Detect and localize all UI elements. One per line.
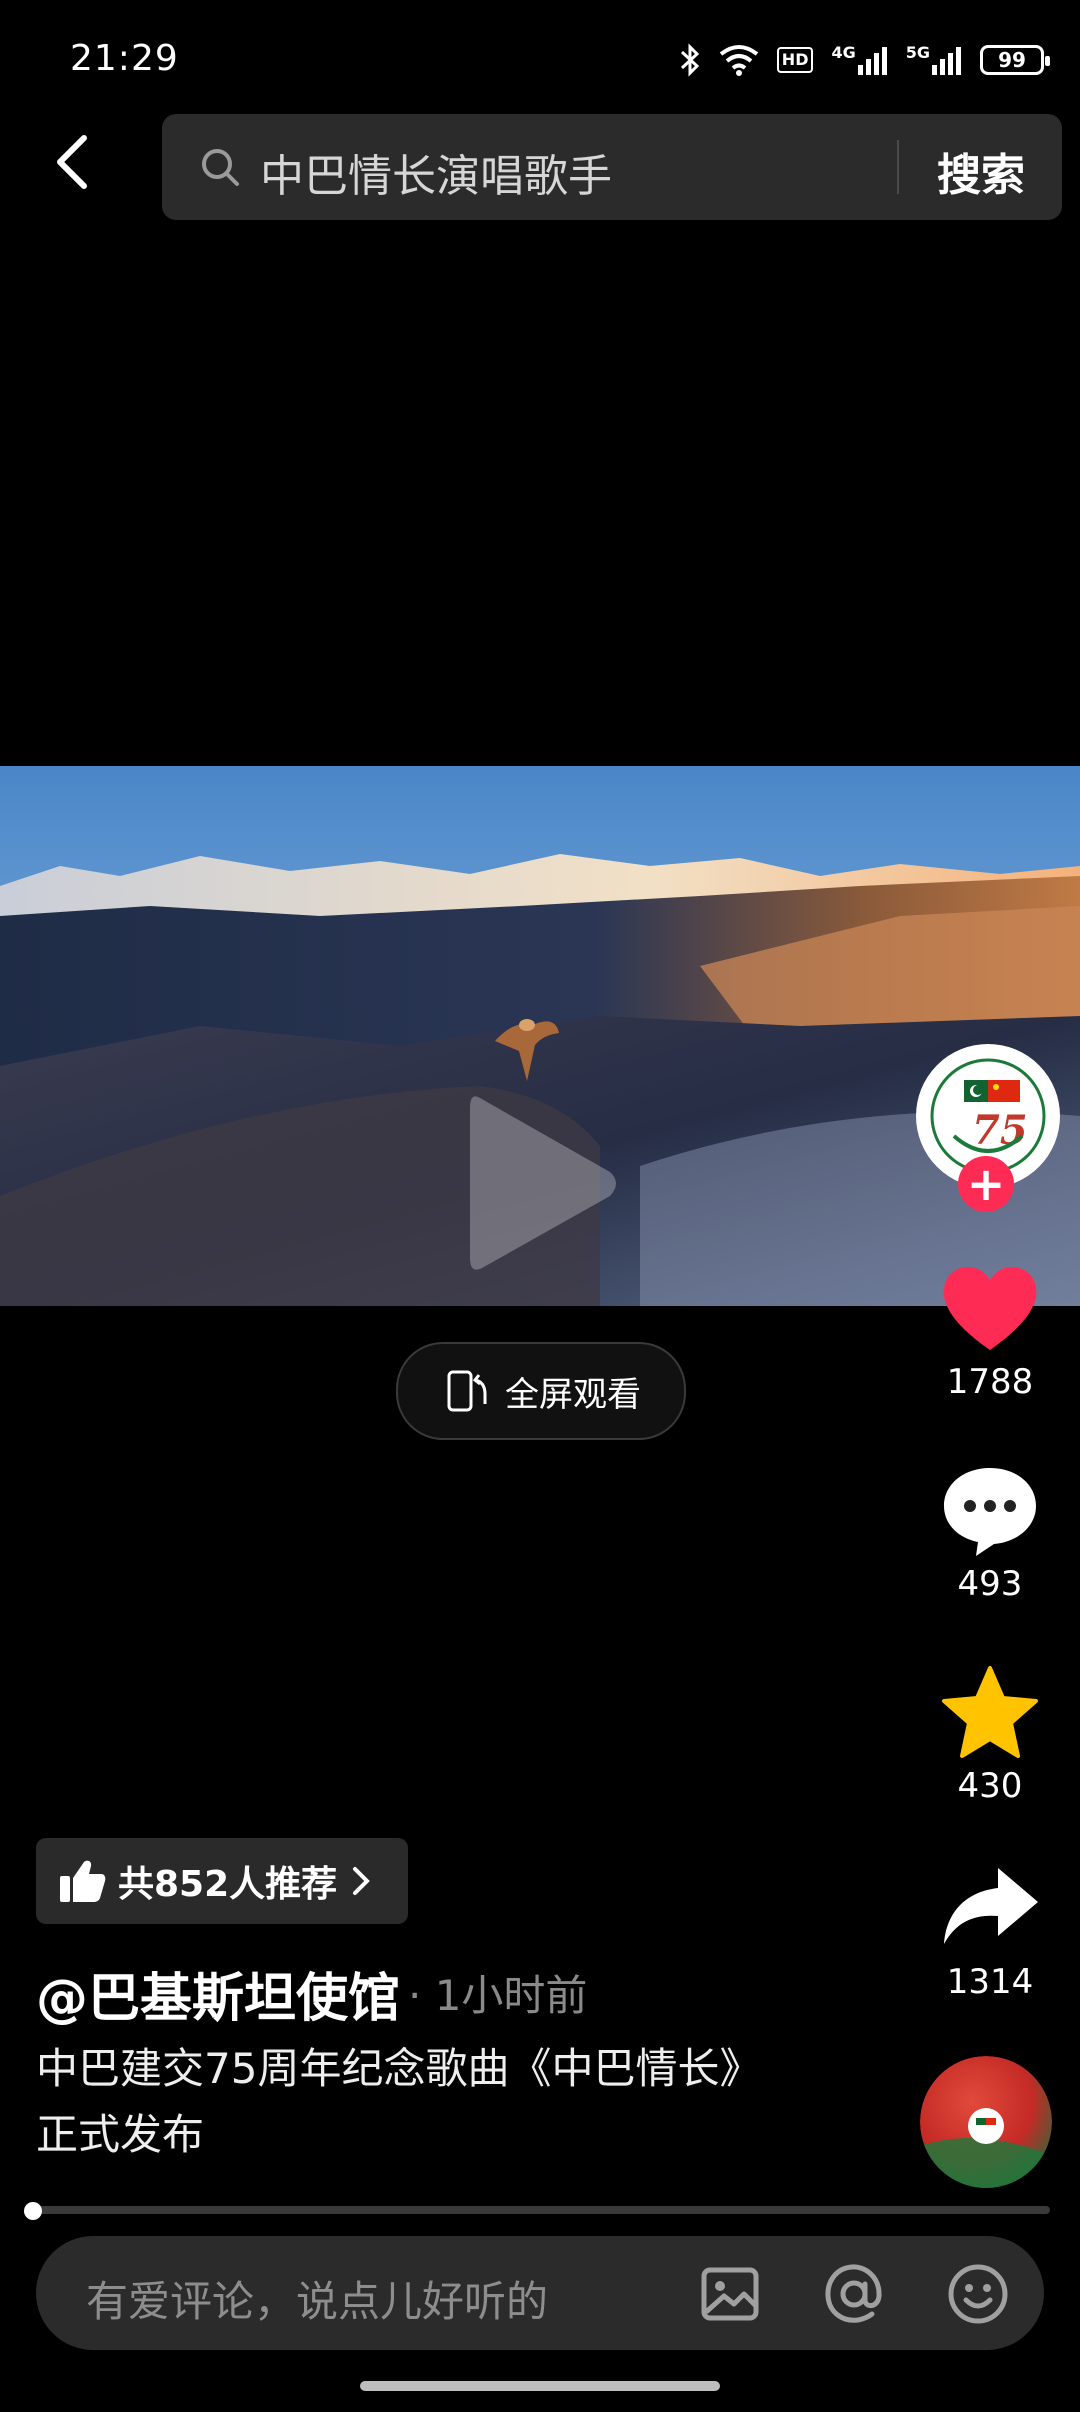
recommend-badge[interactable]: 共852人推荐 (36, 1838, 408, 1924)
comment-bar[interactable]: 有爱评论，说点儿好听的 (36, 2236, 1044, 2350)
post-description: 中巴建交75周年纪念歌曲《中巴情长》正式发布 (36, 2044, 741, 2159)
favorite-count: 430 (957, 1766, 1023, 1806)
thumbs-up-icon (60, 1860, 106, 1902)
search-divider (897, 140, 899, 194)
fullscreen-label: 全屏观看 (505, 1374, 641, 1415)
comment-button[interactable] (920, 1462, 1060, 1562)
svg-text:75: 75 (972, 1107, 1028, 1154)
at-mention-icon[interactable] (822, 2262, 886, 2326)
battery-icon: 99 (980, 45, 1050, 75)
home-indicator[interactable] (360, 2381, 720, 2391)
search-bar[interactable]: 中巴情长演唱歌手 搜索 (162, 114, 1062, 220)
status-time: 21:29 (70, 38, 179, 79)
video-progress-bar[interactable] (26, 2206, 1050, 2214)
heart-icon (943, 1266, 1037, 1350)
search-input[interactable]: 中巴情长演唱歌手 (260, 140, 612, 204)
progress-handle[interactable] (24, 2202, 42, 2220)
post-time: · 1小时前 (408, 1971, 588, 2020)
share-count: 1314 (946, 1962, 1034, 2002)
search-icon (202, 149, 239, 186)
author-name[interactable]: @巴基斯坦使馆 (36, 1956, 400, 2031)
comment-icon (944, 1468, 1036, 1556)
fullscreen-button[interactable]: 全屏观看 (396, 1342, 686, 1440)
album-cover (920, 2056, 1052, 2188)
follow-button[interactable]: + (958, 1156, 1014, 1212)
share-button[interactable] (920, 1862, 1060, 1956)
wifi-icon (719, 43, 759, 77)
music-disc[interactable] (920, 2056, 1052, 2188)
chevron-left-icon (57, 135, 87, 189)
signal-4g-icon: 4G (831, 43, 887, 77)
hd-icon: HD (776, 43, 814, 77)
search-button[interactable]: 搜索 (937, 139, 1025, 203)
comment-count: 493 (957, 1564, 1023, 1604)
image-icon[interactable] (698, 2262, 762, 2326)
play-icon[interactable] (460, 1088, 620, 1278)
star-icon (942, 1666, 1038, 1758)
status-icons: HD 4G 5G 99 (679, 40, 1050, 80)
like-count: 1788 (946, 1362, 1034, 1402)
signal-5g-icon: 5G (906, 43, 962, 77)
like-button[interactable] (920, 1262, 1060, 1358)
emoji-icon[interactable] (946, 2262, 1010, 2326)
back-button[interactable] (52, 132, 112, 202)
chevron-right-icon (353, 1867, 370, 1895)
rotate-screen-icon (447, 1370, 487, 1412)
favorite-button[interactable] (920, 1664, 1060, 1764)
share-icon (944, 1868, 1038, 1944)
comment-input[interactable]: 有爱评论，说点儿好听的 (86, 2268, 548, 2329)
bluetooth-icon (679, 43, 701, 77)
recommend-text: 共852人推荐 (118, 1864, 338, 1905)
